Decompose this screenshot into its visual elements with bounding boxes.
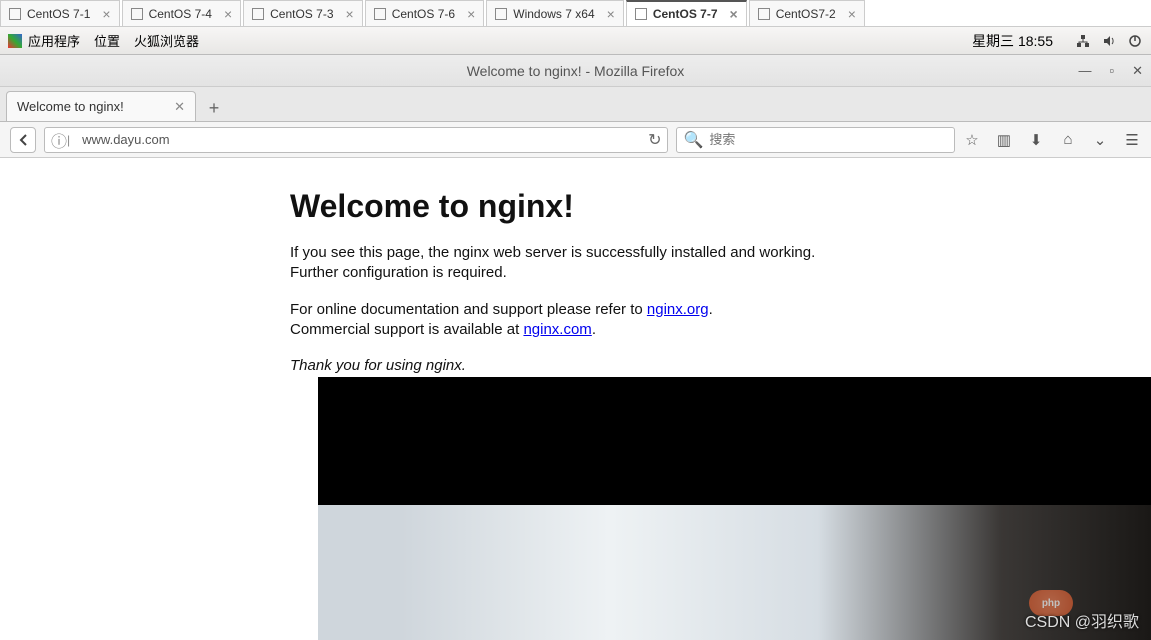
- toolbar-icons: ☆ ▥ ⬇ ⌂ ⌄ ☰: [963, 131, 1141, 149]
- maximize-button[interactable]: ▫: [1109, 63, 1114, 79]
- close-icon[interactable]: ×: [102, 6, 110, 22]
- close-button[interactable]: ✕: [1132, 63, 1143, 79]
- close-icon[interactable]: ×: [730, 6, 738, 22]
- firefox-titlebar: Welcome to nginx! - Mozilla Firefox — ▫ …: [0, 55, 1151, 87]
- vm-tab-label: CentOS 7-3: [270, 7, 333, 21]
- vm-tab[interactable]: CentOS 7-3 ×: [243, 0, 363, 26]
- pocket-icon[interactable]: ⌄: [1091, 131, 1109, 149]
- close-icon[interactable]: ×: [467, 6, 475, 22]
- page-paragraph: If you see this page, the nginx web serv…: [290, 243, 990, 284]
- menu-firefox[interactable]: 火狐浏览器: [134, 31, 199, 50]
- vm-icon: [131, 8, 143, 20]
- reload-icon[interactable]: ↻: [648, 130, 661, 150]
- vm-icon: [252, 8, 264, 20]
- hero-image: [318, 377, 1151, 640]
- search-input[interactable]: [709, 132, 948, 147]
- vm-icon: [758, 8, 770, 20]
- library-icon[interactable]: ▥: [995, 131, 1013, 149]
- menu-applications[interactable]: 应用程序: [28, 31, 80, 50]
- vm-tab-active[interactable]: CentOS 7-7 ×: [626, 0, 747, 26]
- new-tab-button[interactable]: +: [200, 95, 228, 121]
- page-paragraph: For online documentation and support ple…: [290, 300, 990, 341]
- download-icon[interactable]: ⬇: [1027, 131, 1045, 149]
- close-icon[interactable]: ×: [346, 6, 354, 22]
- volume-icon[interactable]: [1101, 33, 1117, 49]
- window-title: Welcome to nginx! - Mozilla Firefox: [467, 63, 685, 79]
- home-icon[interactable]: ⌂: [1059, 131, 1077, 149]
- page-heading: Welcome to nginx!: [290, 188, 1151, 225]
- page-thanks: Thank you for using nginx.: [290, 356, 990, 376]
- vm-tab-label: CentOS7-2: [776, 7, 836, 21]
- vm-tab[interactable]: CentOS7-2 ×: [749, 0, 865, 26]
- link-nginx-com[interactable]: nginx.com: [523, 321, 591, 338]
- gnome-top-bar: 应用程序 位置 火狐浏览器 星期三 18:55: [0, 27, 1151, 55]
- vm-tab[interactable]: CentOS 7-6 ×: [365, 0, 485, 26]
- vm-tab[interactable]: Windows 7 x64 ×: [486, 0, 624, 26]
- clock[interactable]: 星期三 18:55: [972, 31, 1053, 51]
- vm-tab-label: Windows 7 x64: [513, 7, 594, 21]
- search-bar[interactable]: 🔍: [676, 127, 955, 153]
- site-info-icon[interactable]: ⓘ: [51, 128, 67, 152]
- link-nginx-org[interactable]: nginx.org: [647, 301, 709, 318]
- network-icon[interactable]: [1075, 33, 1091, 49]
- close-icon[interactable]: ×: [848, 6, 856, 22]
- vm-tab-label: CentOS 7-1: [27, 7, 90, 21]
- minimize-button[interactable]: —: [1078, 63, 1091, 79]
- firefox-toolbar: ⓘ | ↻ 🔍 ☆ ▥ ⬇ ⌂ ⌄ ☰: [0, 122, 1151, 158]
- menu-icon[interactable]: ☰: [1123, 131, 1141, 149]
- vm-tab[interactable]: CentOS 7-1 ×: [0, 0, 120, 26]
- vm-tab-bar: CentOS 7-1 × CentOS 7-4 × CentOS 7-3 × Cent…: [0, 0, 1151, 27]
- vm-tab-label: CentOS 7-6: [392, 7, 455, 21]
- search-icon: 🔍: [683, 130, 703, 150]
- vm-tab[interactable]: CentOS 7-4 ×: [122, 0, 242, 26]
- watermark: CSDN @羽织歌: [1025, 608, 1139, 632]
- vm-icon: [635, 8, 647, 20]
- url-input[interactable]: [82, 132, 648, 147]
- menu-places[interactable]: 位置: [94, 31, 120, 50]
- close-icon[interactable]: ✕: [174, 99, 185, 115]
- url-bar[interactable]: ⓘ | ↻: [44, 127, 668, 153]
- close-icon[interactable]: ×: [224, 6, 232, 22]
- firefox-tab-bar: Welcome to nginx! ✕ +: [0, 87, 1151, 122]
- close-icon[interactable]: ×: [607, 6, 615, 22]
- back-button[interactable]: [10, 127, 36, 153]
- activities-icon[interactable]: [8, 34, 22, 48]
- power-icon[interactable]: [1127, 33, 1143, 49]
- firefox-tab-title: Welcome to nginx!: [17, 99, 124, 114]
- bookmark-star-icon[interactable]: ☆: [963, 131, 981, 149]
- vm-tab-label: CentOS 7-4: [149, 7, 212, 21]
- vm-icon: [9, 8, 21, 20]
- window-controls: — ▫ ✕: [1078, 63, 1143, 79]
- page-content: Welcome to nginx! If you see this page, …: [0, 158, 1151, 376]
- vm-tab-label: CentOS 7-7: [653, 7, 718, 21]
- vm-icon: [374, 8, 386, 20]
- firefox-tab[interactable]: Welcome to nginx! ✕: [6, 91, 196, 121]
- vm-icon: [495, 8, 507, 20]
